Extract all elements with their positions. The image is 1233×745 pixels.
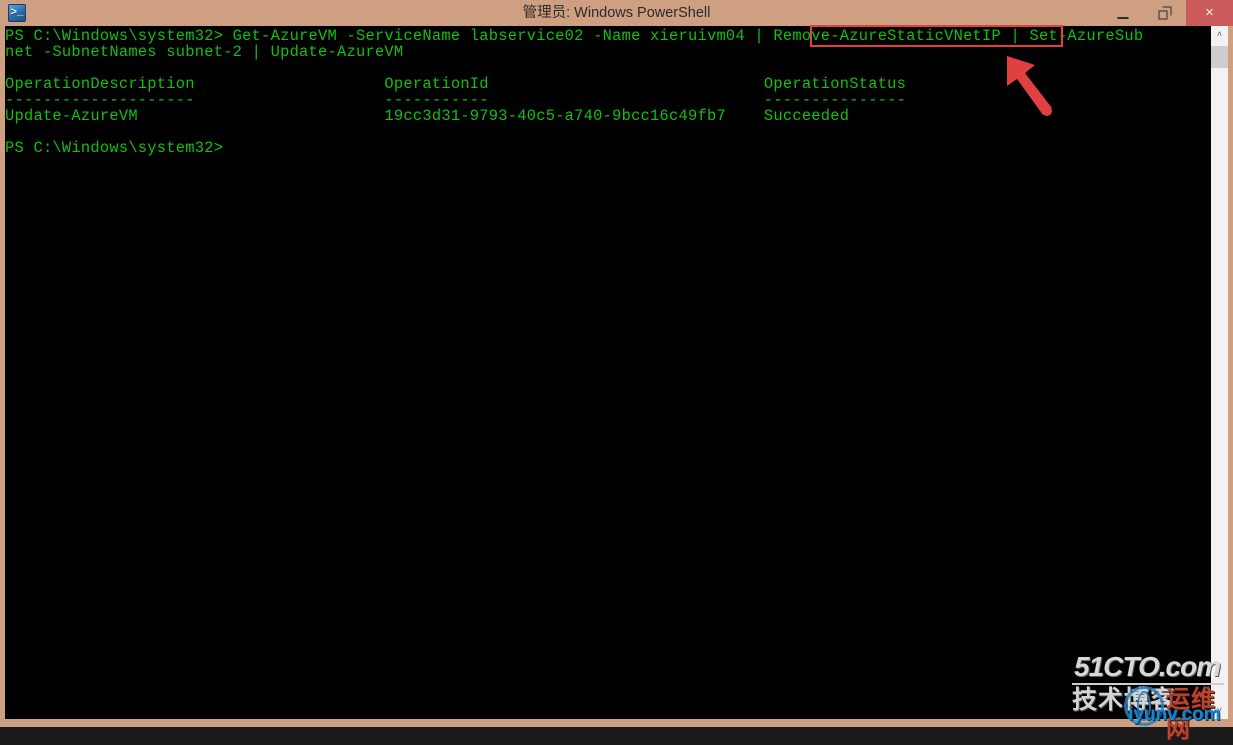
window-title: 管理员: Windows PowerShell (522, 5, 711, 21)
console-line: PS C:\Windows\system32> Get-AzureVM -Ser… (5, 27, 1144, 45)
restore-button[interactable] (1144, 0, 1186, 26)
powershell-window: >_ 管理员: Windows PowerShell × PS C:\Windo… (0, 0, 1233, 743)
vertical-scrollbar[interactable]: ˄ ˅ (1211, 26, 1228, 719)
console-line: Update-AzureVM 19cc3d31-9793-40c5-a740-9… (5, 107, 850, 125)
console-text: PS C:\Windows\system32> Get-AzureVM -Ser… (5, 28, 1201, 156)
close-button[interactable]: × (1186, 0, 1233, 26)
scroll-down-icon[interactable]: ˅ (1211, 702, 1228, 719)
close-icon: × (1205, 4, 1214, 21)
minimize-button[interactable] (1102, 0, 1144, 26)
title-bar[interactable]: >_ 管理员: Windows PowerShell × (0, 0, 1233, 26)
scroll-up-icon[interactable]: ˄ (1211, 26, 1228, 43)
console-line: -------------------- ----------- -------… (5, 91, 907, 109)
console-line: net -SubnetNames subnet-2 | Update-Azure… (5, 43, 404, 61)
console-output-area[interactable]: PS C:\Windows\system32> Get-AzureVM -Ser… (5, 26, 1211, 719)
scrollbar-thumb[interactable] (1211, 46, 1228, 68)
restore-icon-front (1158, 10, 1168, 20)
window-controls: × (1102, 0, 1233, 26)
minimize-icon (1117, 17, 1129, 19)
console-line: PS C:\Windows\system32> (5, 139, 224, 157)
console-line: OperationDescription OperationId Operati… (5, 75, 907, 93)
